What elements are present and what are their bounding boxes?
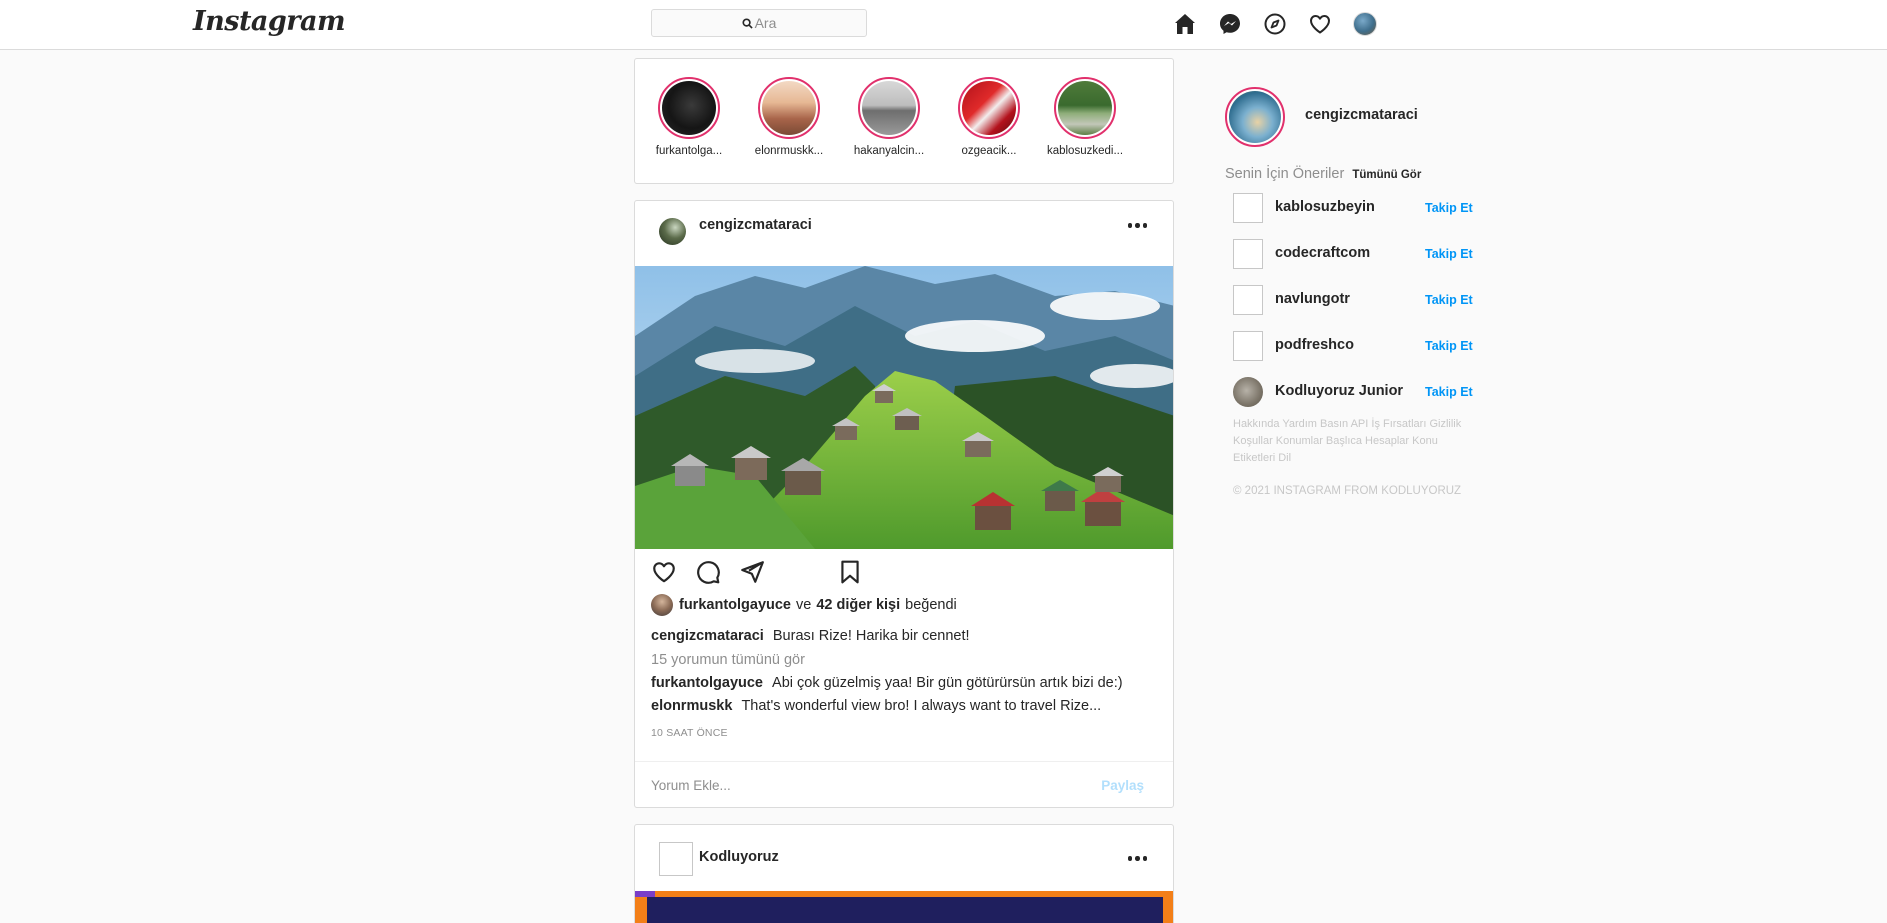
story-image <box>762 81 816 135</box>
caption-username[interactable]: cengizcmataraci <box>651 628 764 644</box>
post-timestamp: 10 SAAT ÖNCE <box>651 727 728 739</box>
story-ring <box>858 77 920 139</box>
story-ring <box>658 77 720 139</box>
follow-button[interactable]: Takip Et <box>1425 339 1473 353</box>
story-name: ozgeacik... <box>961 145 1017 157</box>
view-all-comments-link[interactable]: 15 yorumun tümünü gör <box>651 652 805 668</box>
suggestion-username[interactable]: podfreshco <box>1275 337 1354 353</box>
explore-icon[interactable] <box>1262 11 1288 37</box>
comment-username[interactable]: elonrmuskk <box>651 698 732 714</box>
story-ring <box>758 77 820 139</box>
avatar <box>1353 12 1377 36</box>
messenger-icon[interactable] <box>1217 11 1243 37</box>
search-icon <box>742 17 753 29</box>
search-input[interactable]: Ara <box>651 9 867 37</box>
post-header: cengizcmataraci <box>635 201 1173 266</box>
suggestion-username[interactable]: Kodluyoruz Junior <box>1275 383 1403 399</box>
liker-username[interactable]: furkantolgayuce <box>679 597 791 613</box>
comment-username[interactable]: furkantolgayuce <box>651 675 763 691</box>
suggestion-avatar[interactable] <box>1233 377 1263 407</box>
story-name: elonrmuskk... <box>754 145 824 157</box>
likes-conjunction: ve <box>796 597 812 613</box>
story-item[interactable]: kablosuzkedi... <box>1042 77 1128 157</box>
image-content <box>647 897 1163 923</box>
comment-item: elonrmuskk That's wonderful view bro! I … <box>651 698 1101 714</box>
suggestion-item: podfreshco Takip Et <box>1233 331 1473 363</box>
feed-post: Kodluyoruz <box>634 824 1174 923</box>
more-options-icon[interactable] <box>1127 856 1147 861</box>
suggestion-username[interactable]: kablosuzbeyin <box>1275 199 1375 215</box>
avatar <box>1229 91 1281 143</box>
comment-item: furkantolgayuce Abi çok güzelmiş yaa! Bi… <box>651 675 1123 691</box>
suggestion-avatar[interactable] <box>1233 239 1263 269</box>
more-options-icon[interactable] <box>1127 223 1147 228</box>
bookmark-icon[interactable] <box>837 559 863 585</box>
follow-button[interactable]: Takip Et <box>1425 247 1473 261</box>
profile-avatar[interactable] <box>1352 11 1378 37</box>
liker-avatar[interactable] <box>651 594 673 616</box>
post-image[interactable] <box>635 266 1173 549</box>
post-caption: cengizcmataraci Burası Rize! Harika bir … <box>651 628 970 644</box>
comment-icon[interactable] <box>695 559 721 585</box>
post-username[interactable]: Kodluyoruz <box>699 849 779 865</box>
suggestions-title: Senin İçin Öneriler <box>1225 166 1345 182</box>
story-image <box>662 81 716 135</box>
heart-icon[interactable] <box>1307 11 1333 37</box>
story-item[interactable]: elonrmuskk... <box>746 77 832 157</box>
story-name: kablosuzkedi... <box>1046 145 1124 157</box>
suggestion-avatar[interactable] <box>1233 331 1263 361</box>
comment-input[interactable]: Yorum Ekle... <box>651 778 731 793</box>
top-navbar: Instagram Ara <box>0 0 1887 50</box>
current-username[interactable]: cengizcmataraci <box>1305 107 1418 123</box>
suggestions-header: Senin İçin Öneriler Tümünü Gör <box>1225 166 1421 182</box>
add-comment-bar: Yorum Ekle... Paylaş <box>635 761 1173 807</box>
share-paper-plane-icon[interactable] <box>739 559 765 585</box>
comment-text: That's wonderful view bro! I always want… <box>741 698 1102 714</box>
story-image <box>962 81 1016 135</box>
story-name: hakanyalcin... <box>853 145 925 157</box>
feed-post: cengizcmataraci furkantolgayuce ve 42 di… <box>634 200 1174 808</box>
post-actions <box>651 559 1161 587</box>
story-item[interactable]: hakanyalcin... <box>846 77 932 157</box>
like-heart-icon[interactable] <box>651 559 677 585</box>
suggestion-item: codecraftcom Takip Et <box>1233 239 1473 271</box>
suggestion-avatar[interactable] <box>1233 193 1263 223</box>
home-icon[interactable] <box>1172 11 1198 37</box>
story-name: furkantolga... <box>655 145 723 157</box>
search-placeholder: Ara <box>754 15 777 31</box>
nav-icons <box>1172 11 1397 37</box>
story-image <box>862 81 916 135</box>
post-avatar[interactable] <box>659 218 686 245</box>
instagram-logo[interactable]: Instagram <box>193 6 346 37</box>
current-user-avatar[interactable] <box>1225 87 1285 147</box>
story-ring <box>1054 77 1116 139</box>
story-item[interactable]: furkantolga... <box>646 77 732 157</box>
suggestion-item: kablosuzbeyin Takip Et <box>1233 193 1473 225</box>
story-image <box>1058 81 1112 135</box>
suggestion-item: navlungotr Takip Et <box>1233 285 1473 317</box>
story-item[interactable]: ozgeacik... <box>946 77 1032 157</box>
copyright: © 2021 INSTAGRAM FROM KODLUYORUZ <box>1233 485 1462 497</box>
post-image[interactable] <box>635 891 1173 923</box>
footer-links[interactable]: Hakkında Yardım Basın API İş Fırsatları … <box>1233 416 1463 467</box>
suggestion-item: Kodluyoruz Junior Takip Et <box>1233 377 1473 409</box>
post-username[interactable]: cengizcmataraci <box>699 217 812 233</box>
suggestion-username[interactable]: navlungotr <box>1275 291 1350 307</box>
suggestion-username[interactable]: codecraftcom <box>1275 245 1370 261</box>
follow-button[interactable]: Takip Et <box>1425 385 1473 399</box>
suggestion-avatar[interactable] <box>1233 285 1263 315</box>
follow-button[interactable]: Takip Et <box>1425 293 1473 307</box>
likes-suffix: beğendi <box>905 597 957 613</box>
follow-button[interactable]: Takip Et <box>1425 201 1473 215</box>
story-ring <box>958 77 1020 139</box>
comment-text: Abi çok güzelmiş yaa! Bir gün götürürsün… <box>772 675 1123 691</box>
likes-summary: furkantolgayuce ve 42 diğer kişi beğendi <box>651 594 957 616</box>
post-avatar[interactable] <box>659 842 693 876</box>
see-all-link[interactable]: Tümünü Gör <box>1352 169 1421 181</box>
share-comment-button[interactable]: Paylaş <box>1101 778 1144 793</box>
stories-tray: furkantolga... elonrmuskk... hakanyalcin… <box>634 58 1174 184</box>
likes-others[interactable]: 42 diğer kişi <box>816 597 900 613</box>
caption-text: Burası Rize! Harika bir cennet! <box>772 628 970 644</box>
